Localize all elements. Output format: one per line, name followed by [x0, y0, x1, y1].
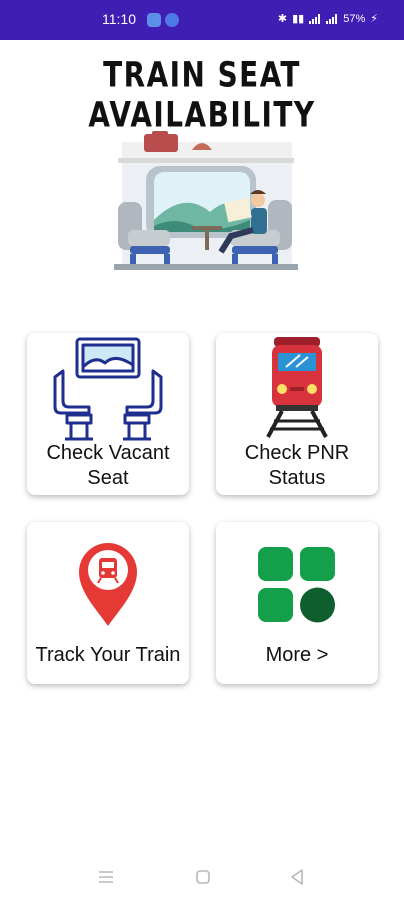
bluetooth-icon: ✱	[277, 13, 288, 25]
train-front-icon	[266, 337, 328, 438]
cell-signal-2-icon	[326, 13, 338, 24]
check-pnr-status-card[interactable]: Check PNR Status	[216, 333, 378, 495]
train-interior-illustration	[114, 131, 298, 270]
train-location-pin-icon	[79, 543, 137, 626]
train-seats-icon	[53, 337, 163, 441]
status-time: 11:10	[102, 11, 136, 27]
battery-percent: 57%	[343, 12, 366, 25]
label-line-1: Check PNR	[244, 442, 350, 464]
status-bar: 11:10 ✱ ▮▮ 57% ⚡	[0, 0, 404, 40]
status-icons: ✱ ▮▮ 57% ⚡	[277, 12, 378, 26]
track-your-train-card[interactable]: Track Your Train	[27, 522, 189, 684]
label-line-1: Check Vacant	[46, 442, 170, 464]
label-line-1: Track Your Train	[35, 644, 181, 666]
charging-icon: ⚡	[370, 13, 378, 25]
menu-icon[interactable]	[97, 869, 115, 885]
home-square-icon[interactable]	[195, 869, 211, 885]
check-pnr-status-label: Check PNR Status	[216, 441, 378, 491]
page-title: TRAIN SEAT AVAILABILITY	[88, 55, 316, 136]
check-vacant-seat-label: Check Vacant Seat	[27, 441, 189, 491]
check-vacant-seat-card[interactable]: Check Vacant Seat	[27, 333, 189, 495]
more-card[interactable]: More >	[216, 522, 378, 684]
wifi-signal-icon: ▮▮	[292, 13, 305, 25]
more-label: More >	[216, 643, 378, 668]
back-triangle-icon[interactable]	[289, 868, 305, 886]
track-your-train-label: Track Your Train	[27, 643, 189, 668]
label-line-2: Seat	[87, 467, 129, 489]
grid-apps-icon	[258, 547, 335, 623]
cell-signal-icon	[309, 13, 321, 24]
system-nav-bar	[0, 858, 404, 898]
app-notification-icon	[165, 13, 179, 27]
label-line-2: Status	[268, 467, 326, 489]
label-line-1: More >	[265, 644, 329, 666]
cloud-notification-icon	[147, 13, 161, 27]
